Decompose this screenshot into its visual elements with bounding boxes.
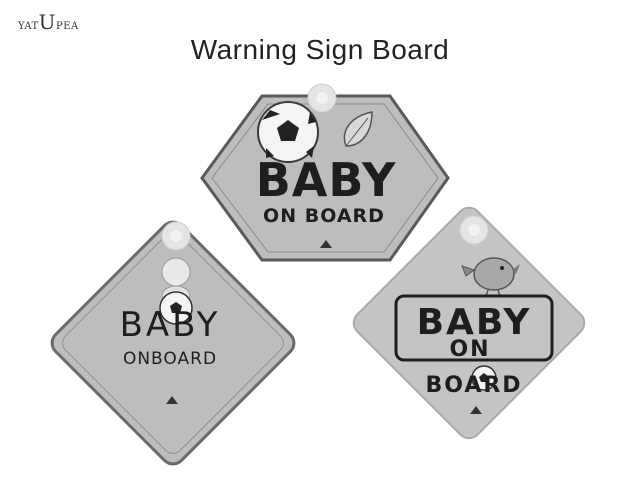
suction-cup-icon	[459, 215, 489, 245]
sign-left-line1: BABY	[120, 305, 221, 345]
signs-illustration: BABY ON BOARD BABY ONBOARD BABY ON BOARD	[50, 83, 586, 466]
sign-right-line3: BOARD	[425, 373, 522, 398]
suction-cup-icon	[307, 83, 337, 113]
sign-top-hexagon: BABY ON BOARD	[200, 83, 450, 262]
sign-right-line2: ON	[449, 337, 490, 362]
suction-cup-icon	[161, 221, 191, 251]
sign-top-line1: BABY	[256, 153, 397, 207]
sign-top-line2: ON BOARD	[263, 205, 385, 227]
sign-left-line2: ONBOARD	[123, 349, 217, 369]
